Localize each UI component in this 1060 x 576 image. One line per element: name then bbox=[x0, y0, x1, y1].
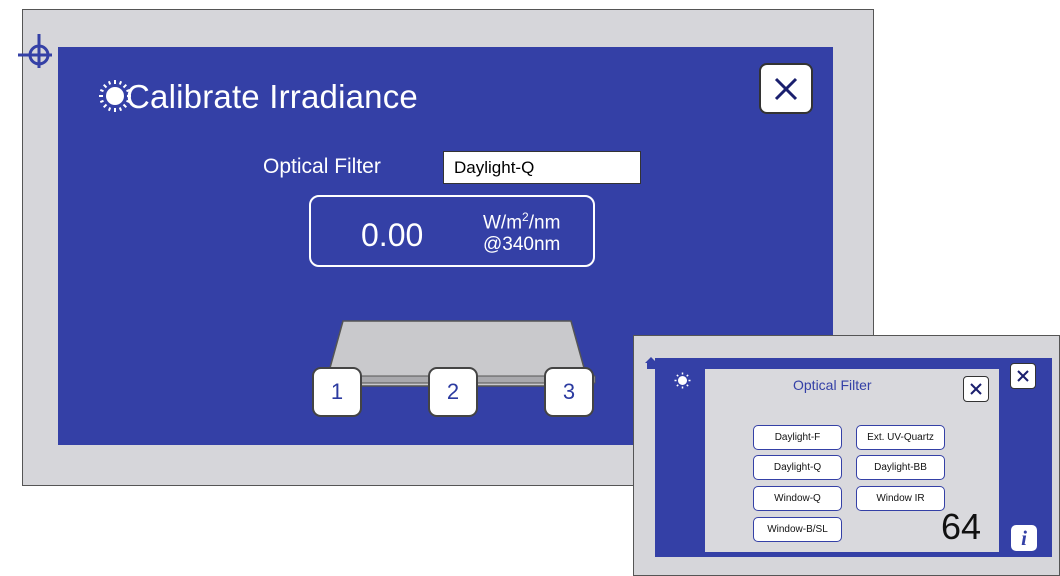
position-2-button[interactable]: 2 bbox=[428, 367, 478, 417]
position-3-button[interactable]: 3 bbox=[544, 367, 594, 417]
page-title: Calibrate Irradiance bbox=[126, 78, 418, 115]
popup-title: Optical Filter bbox=[793, 377, 872, 393]
irradiance-readout: 0.00 W/m2/nm @340nm bbox=[309, 195, 595, 267]
filter-option-daylight-bb[interactable]: Daylight-BB bbox=[856, 455, 945, 480]
irradiance-unit: W/m2/nm @340nm bbox=[483, 210, 561, 256]
crosshair-icon bbox=[18, 34, 52, 68]
filter-option-ext-uv-quartz[interactable]: Ext. UV-Quartz bbox=[856, 425, 945, 450]
filter-option-window-ir[interactable]: Window IR bbox=[856, 486, 945, 511]
optical-filter-screenshot: Optical Filter Daylight-F Ext. UV-Quartz… bbox=[633, 335, 1060, 576]
close-icon bbox=[1017, 370, 1029, 382]
info-button[interactable]: i bbox=[1011, 525, 1037, 551]
page-number: 64 bbox=[941, 506, 982, 547]
close-button[interactable] bbox=[759, 63, 813, 114]
inset-close-button[interactable] bbox=[1010, 363, 1036, 389]
filter-option-window-q[interactable]: Window-Q bbox=[753, 486, 842, 511]
filter-option-daylight-q[interactable]: Daylight-Q bbox=[753, 455, 842, 480]
irradiance-value: 0.00 bbox=[361, 217, 424, 253]
close-icon bbox=[970, 383, 982, 395]
popup-close-button[interactable] bbox=[963, 376, 989, 402]
wavelength-label: @340nm bbox=[483, 234, 561, 256]
optical-filter-label: Optical Filter bbox=[263, 155, 381, 178]
close-icon bbox=[774, 77, 798, 100]
optical-filter-field[interactable]: Daylight-Q bbox=[443, 151, 641, 184]
filter-option-window-b-sl[interactable]: Window-B/SL bbox=[753, 517, 842, 542]
sun-icon bbox=[674, 372, 691, 389]
position-1-button[interactable]: 1 bbox=[312, 367, 362, 417]
filter-option-daylight-f[interactable]: Daylight-F bbox=[753, 425, 842, 450]
info-icon: i bbox=[1021, 525, 1027, 550]
